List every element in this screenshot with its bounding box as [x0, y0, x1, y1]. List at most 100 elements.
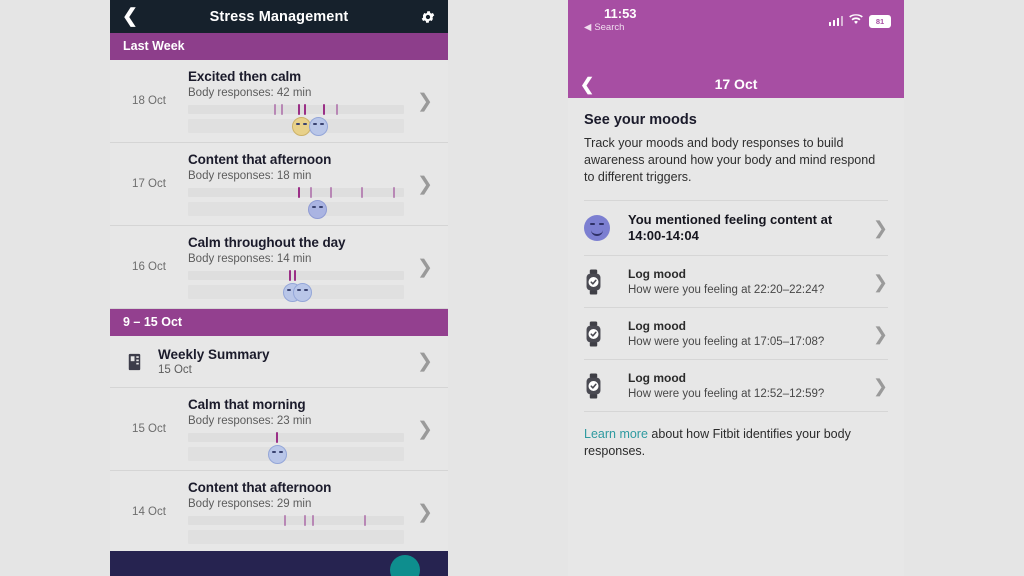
body-response-track — [188, 432, 404, 443]
row-date: 15 Oct — [132, 423, 166, 435]
mood-marker-calm — [268, 445, 287, 464]
body-response-track — [188, 104, 404, 115]
floating-action-button[interactable] — [390, 555, 420, 576]
triangle-left-icon: ◀ — [584, 22, 592, 33]
mood-track — [188, 445, 404, 464]
section-band-last-week: Last Week — [110, 33, 448, 60]
chevron-right-icon[interactable]: ❯ — [864, 273, 888, 291]
log-mood-content: Log mood How were you feeling at 22:20–2… — [628, 267, 864, 296]
row-content: Excited then calm Body responses: 42 min — [188, 69, 412, 136]
log-mood-question: How were you feeling at 22:20–22:24? — [628, 284, 825, 296]
row-subtitle: Body responses: 14 min — [188, 253, 312, 265]
stress-management-navbar: ❮ Stress Management — [110, 0, 448, 33]
gear-icon[interactable] — [410, 9, 436, 25]
chevron-right-icon[interactable]: ❯ — [412, 92, 438, 111]
mood-content-face-icon — [584, 215, 628, 241]
signal-bars-icon — [828, 16, 843, 26]
left-phone-panel: ❮ Stress Management Last Week 18 Oct Exc… — [110, 0, 448, 576]
mood-entry-row[interactable]: You mentioned feeling content at 14:00-1… — [584, 201, 888, 256]
row-date: 18 Oct — [132, 95, 166, 107]
row-content: Calm that morning Body responses: 23 min — [188, 397, 412, 464]
status-indicators: 81 — [828, 12, 891, 30]
bottom-toolbar — [110, 551, 448, 576]
date-navbar: ❮ 17 Oct — [568, 70, 904, 98]
log-mood-label: Log mood — [628, 267, 686, 281]
row-title: Calm throughout the day — [188, 235, 346, 250]
table-row[interactable]: 18 Oct Excited then calm Body responses:… — [110, 60, 448, 143]
moods-content: See your moods Track your moods and body… — [568, 98, 904, 412]
row-content: Content that afternoon Body responses: 2… — [188, 480, 412, 544]
mood-track — [188, 117, 404, 136]
row-title: Content that afternoon — [188, 152, 332, 167]
chevron-right-icon[interactable]: ❯ — [412, 352, 438, 371]
chevron-right-icon[interactable]: ❯ — [864, 325, 888, 343]
chevron-right-icon[interactable]: ❯ — [864, 377, 888, 395]
status-back-app-label: Search — [594, 22, 625, 33]
chevron-right-icon[interactable]: ❯ — [412, 258, 438, 277]
row-subtitle: Body responses: 29 min — [188, 498, 312, 510]
mood-marker-content — [308, 200, 327, 219]
row-content: Calm throughout the day Body responses: … — [188, 235, 412, 302]
row-subtitle: Body responses: 18 min — [188, 170, 312, 182]
mood-entry-content: You mentioned feeling content at 14:00-1… — [628, 212, 864, 244]
chevron-right-icon[interactable]: ❯ — [864, 219, 888, 237]
mood-track — [188, 283, 404, 302]
log-mood-row[interactable]: Log mood How were you feeling at 12:52–1… — [584, 360, 888, 412]
log-mood-content: Log mood How were you feeling at 12:52–1… — [628, 371, 864, 400]
learn-more-link[interactable]: Learn more — [584, 427, 648, 441]
smartwatch-icon — [584, 320, 628, 347]
row-date: 14 Oct — [132, 506, 166, 518]
mood-entry-text: You mentioned feeling content at 14:00-1… — [628, 212, 833, 243]
row-subtitle: Body responses: 23 min — [188, 415, 312, 427]
table-row[interactable]: 14 Oct Content that afternoon Body respo… — [110, 471, 448, 554]
row-title: Excited then calm — [188, 69, 302, 84]
chevron-right-icon[interactable]: ❯ — [412, 503, 438, 522]
chevron-right-icon[interactable]: ❯ — [412, 175, 438, 194]
section-description: Track your moods and body responses to b… — [584, 135, 888, 201]
battery-icon: 81 — [869, 14, 891, 28]
log-mood-label: Log mood — [628, 371, 686, 385]
log-mood-row[interactable]: Log mood How were you feeling at 17:05–1… — [584, 308, 888, 360]
section-band-prev-week: 9 – 15 Oct — [110, 309, 448, 336]
section-heading: See your moods — [584, 112, 697, 128]
battery-level: 81 — [875, 16, 885, 26]
row-subtitle: Body responses: 42 min — [188, 87, 312, 99]
screenshot-stage: ❮ Stress Management Last Week 18 Oct Exc… — [0, 0, 1024, 576]
log-mood-content: Log mood How were you feeling at 17:05–1… — [628, 319, 864, 348]
weekly-summary-content: Weekly Summary 15 Oct — [158, 347, 412, 376]
body-response-track — [188, 270, 404, 281]
body-response-track — [188, 515, 404, 526]
body-response-track — [188, 187, 404, 198]
row-date: 17 Oct — [132, 178, 166, 190]
chevron-right-icon[interactable]: ❯ — [412, 420, 438, 439]
right-phone-panel: 11:53 ◀ Search 81 ❮ 17 Oct See your mood… — [568, 0, 904, 576]
weekly-summary-date: 15 Oct — [158, 364, 192, 376]
log-mood-row[interactable]: Log mood How were you feeling at 22:20–2… — [584, 256, 888, 308]
weekly-summary-row[interactable]: Weekly Summary 15 Oct ❯ — [110, 336, 448, 388]
journal-icon — [110, 353, 158, 371]
row-date: 16 Oct — [132, 261, 166, 273]
log-mood-question: How were you feeling at 17:05–17:08? — [628, 336, 825, 348]
table-row[interactable]: 17 Oct Content that afternoon Body respo… — [110, 143, 448, 226]
row-title: Calm that morning — [188, 397, 306, 412]
log-mood-question: How were you feeling at 12:52–12:59? — [628, 388, 825, 400]
row-content: Content that afternoon Body responses: 1… — [188, 152, 412, 219]
smartwatch-icon — [584, 372, 628, 399]
table-row[interactable]: 16 Oct Calm throughout the day Body resp… — [110, 226, 448, 309]
table-row[interactable]: 15 Oct Calm that morning Body responses:… — [110, 388, 448, 471]
mood-track — [188, 200, 404, 219]
ios-status-bar: 11:53 ◀ Search 81 — [568, 0, 904, 70]
learn-more-footer: Learn more about how Fitbit identifies y… — [568, 412, 904, 460]
chevron-left-icon[interactable]: ❮ — [122, 7, 148, 26]
weekly-summary-title: Weekly Summary — [158, 347, 270, 362]
mood-marker-calm — [293, 283, 312, 302]
row-title: Content that afternoon — [188, 480, 332, 495]
page-title: Stress Management — [209, 8, 349, 25]
date-title: 17 Oct — [714, 76, 758, 92]
log-mood-label: Log mood — [628, 319, 686, 333]
chevron-left-icon[interactable]: ❮ — [580, 76, 604, 93]
smartwatch-icon — [584, 268, 628, 295]
wifi-icon — [849, 12, 863, 30]
mood-marker-calm — [309, 117, 328, 136]
mood-track — [188, 530, 404, 544]
